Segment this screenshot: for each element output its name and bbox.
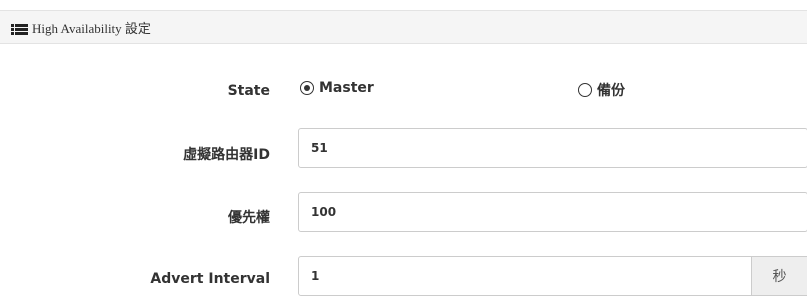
advert-interval-unit: 秒 bbox=[752, 256, 807, 296]
vrid-label: 虛擬路由器ID bbox=[183, 147, 270, 163]
advert-interval-label: Advert Interval bbox=[150, 271, 270, 287]
radio-master[interactable]: Master bbox=[300, 80, 374, 96]
priority-label: 優先權 bbox=[228, 210, 270, 226]
advert-interval-input[interactable]: 1 bbox=[298, 256, 752, 296]
radio-master-label: Master bbox=[319, 80, 374, 96]
list-icon bbox=[11, 22, 28, 35]
panel-header: High Availability 設定 bbox=[0, 10, 807, 44]
vrid-input[interactable]: 51 bbox=[298, 128, 807, 168]
radio-backup-label: 備份 bbox=[597, 83, 625, 99]
priority-value: 100 bbox=[311, 205, 337, 219]
state-label: State bbox=[227, 83, 270, 99]
radio-backup-circle[interactable] bbox=[578, 83, 592, 97]
panel-title: High Availability 設定 bbox=[32, 20, 151, 36]
priority-input[interactable]: 100 bbox=[298, 192, 807, 232]
vrid-value: 51 bbox=[311, 141, 328, 155]
advert-interval-value: 1 bbox=[311, 269, 320, 283]
radio-master-circle[interactable] bbox=[300, 81, 314, 95]
radio-backup[interactable]: 備份 bbox=[578, 80, 625, 100]
